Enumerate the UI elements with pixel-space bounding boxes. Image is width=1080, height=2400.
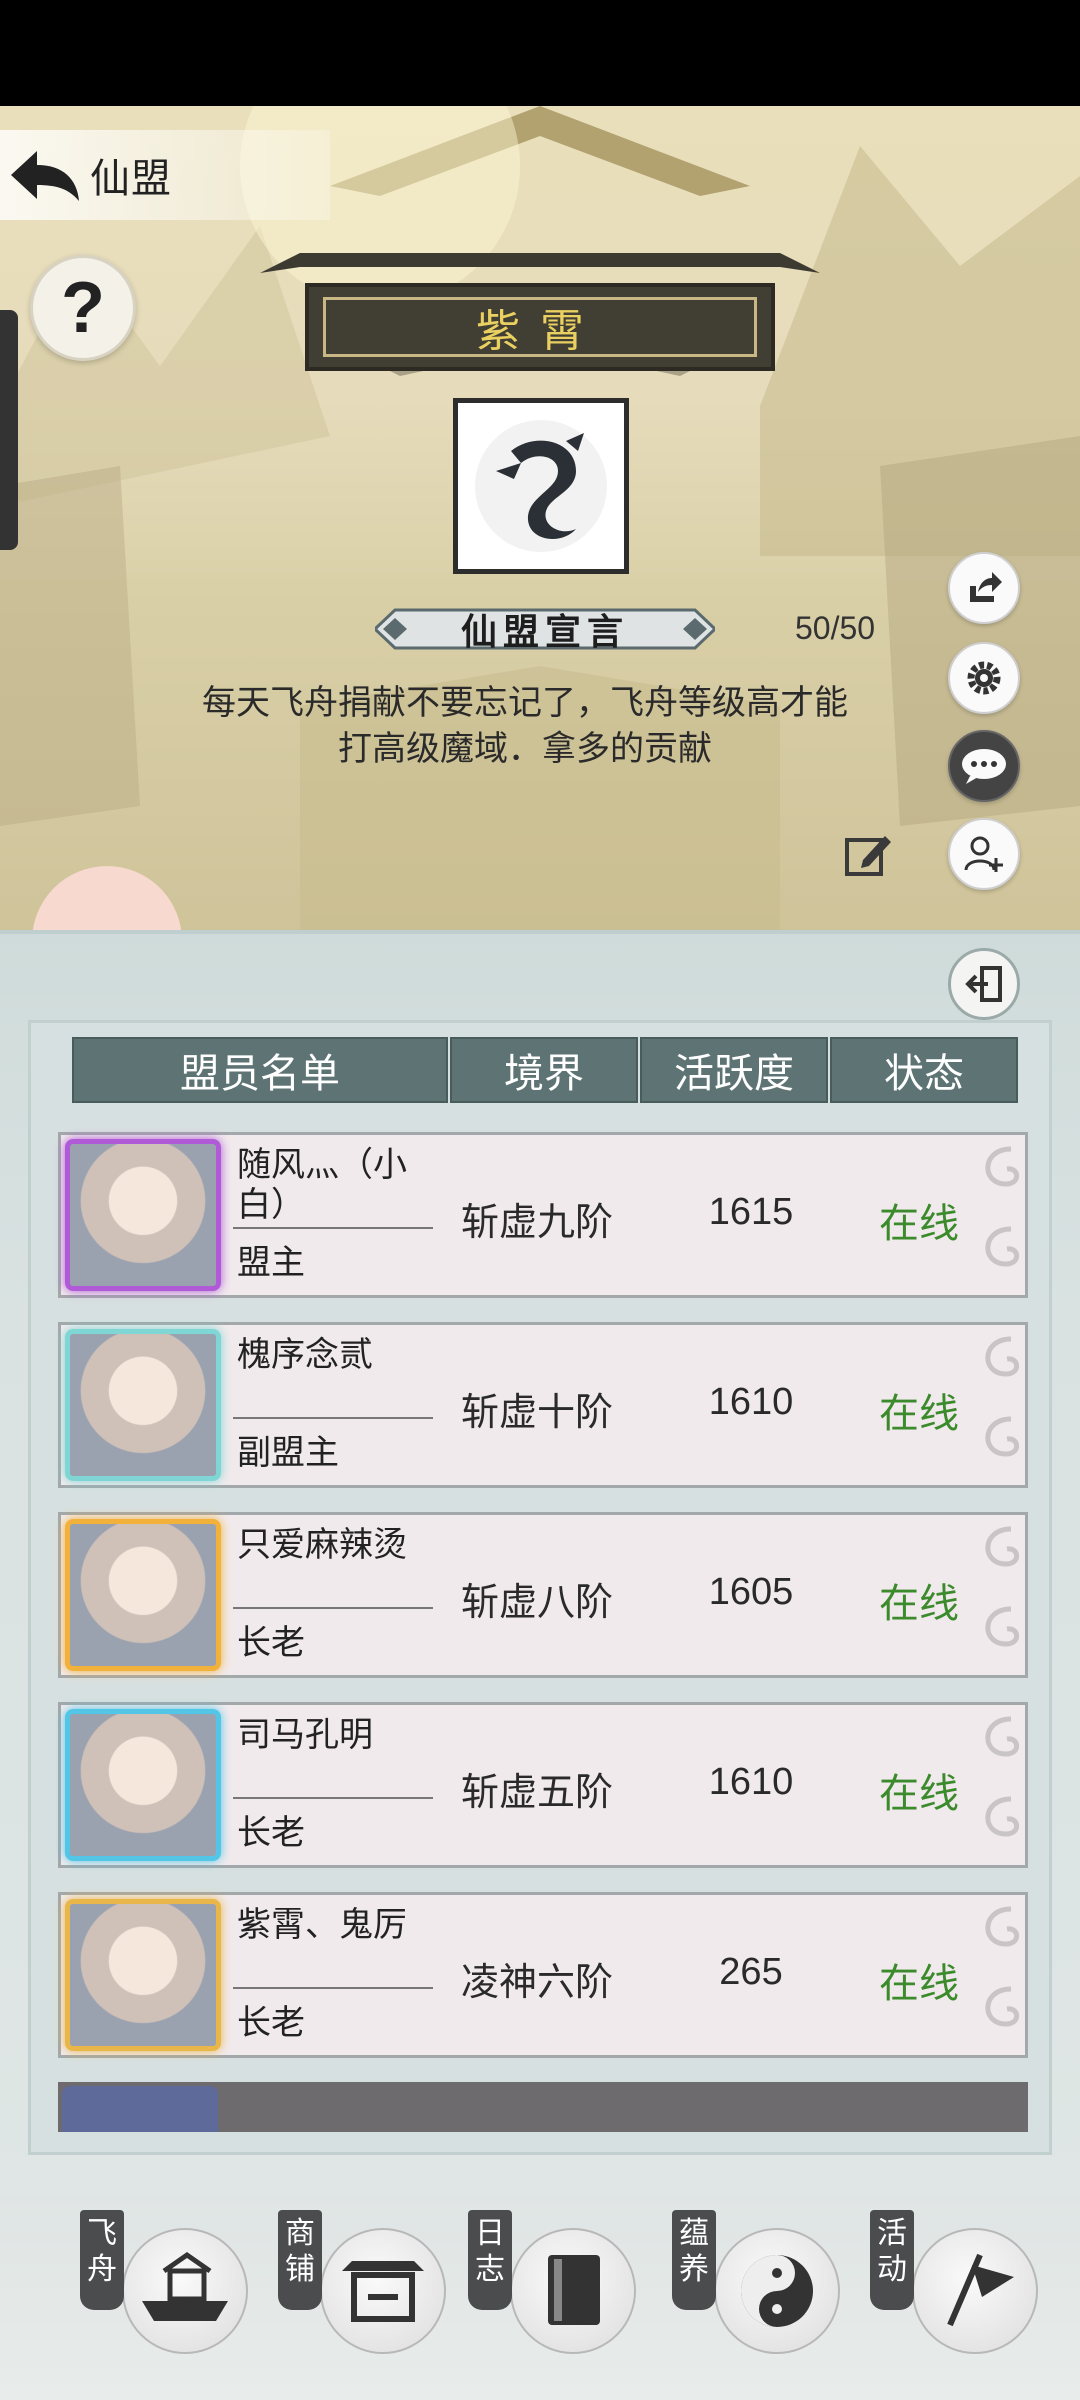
member-status: 在线: [879, 1582, 959, 1626]
exit-guild-button[interactable]: [948, 948, 1020, 1020]
member-activity: 265: [719, 1951, 783, 1993]
member-status: 在线: [879, 1202, 959, 1246]
member-realm: 斩虚八阶: [461, 1582, 614, 1624]
nav-button[interactable]: [320, 2228, 446, 2354]
cloud-swirl-ornament: [985, 1336, 1020, 1457]
member-avatar[interactable]: [65, 1139, 221, 1291]
member-name: 槐序念贰: [237, 1336, 373, 1374]
nav-shop[interactable]: 商铺: [278, 2200, 448, 2380]
side-drawer-handle[interactable]: [0, 310, 18, 550]
share-button[interactable]: [948, 552, 1020, 624]
nav-label: 活动: [870, 2210, 914, 2310]
guild-name-plaque: 紫霄: [305, 283, 775, 371]
gear-icon: [967, 661, 1001, 695]
member-name: 司马孔明: [237, 1716, 373, 1754]
cloud-swirl-ornament: [985, 1716, 1020, 1837]
yin-yang-icon: [741, 2255, 813, 2327]
question-icon: ?: [61, 268, 105, 348]
nav-button[interactable]: [122, 2228, 248, 2354]
table-row[interactable]: 司马孔明长老 斩虚五阶 1610 在线: [58, 1702, 1028, 1868]
nav-flag[interactable]: 活动: [870, 2200, 1040, 2380]
settings-button[interactable]: [948, 642, 1020, 714]
member-realm: 斩虚五阶: [461, 1772, 614, 1814]
name-divider: [233, 1227, 433, 1229]
member-realm: 凌神六阶: [461, 1962, 614, 2004]
guild-emblem[interactable]: [453, 398, 629, 574]
member-activity: 1605: [708, 1571, 794, 1613]
name-divider: [233, 1417, 433, 1419]
plaque-roof: [260, 253, 820, 273]
member-status: 在线: [879, 1772, 959, 1816]
edit-manifesto-button[interactable]: [843, 830, 893, 880]
member-status: 在线: [879, 1962, 959, 2006]
back-button[interactable]: [0, 135, 90, 215]
member-activity: 1610: [708, 1761, 794, 1803]
nav-label: 蕴养: [672, 2210, 716, 2310]
name-divider: [233, 1607, 433, 1609]
member-role: 盟主: [237, 1244, 305, 1282]
member-realm: 斩虚九阶: [461, 1202, 614, 1244]
guild-name: 紫霄: [476, 306, 604, 357]
member-name: 只爱麻辣烫: [237, 1526, 407, 1564]
nav-button[interactable]: [912, 2228, 1038, 2354]
book-icon: [548, 2255, 600, 2325]
col-header-realm[interactable]: 境界: [450, 1037, 638, 1103]
boat-icon: [142, 2251, 228, 2321]
name-divider: [233, 1987, 433, 1989]
member-name: 随风灬（小白）: [237, 1146, 407, 1224]
member-realm: 斩虚十阶: [461, 1392, 614, 1434]
nav-label: 日志: [468, 2210, 512, 2310]
name-divider: [233, 1797, 433, 1799]
table-row[interactable]: 只爱麻辣烫长老 斩虚八阶 1605 在线: [58, 1512, 1028, 1678]
member-avatar[interactable]: [65, 1709, 221, 1861]
share-icon: [970, 572, 1002, 602]
table-row-partial[interactable]: [58, 2082, 1028, 2132]
help-button[interactable]: ?: [30, 255, 136, 361]
nav-button[interactable]: [510, 2228, 636, 2354]
col-header-members[interactable]: 盟员名单: [72, 1037, 448, 1103]
exit-door-icon: [965, 966, 1002, 1002]
member-role: 长老: [237, 2004, 305, 2042]
member-avatar[interactable]: [65, 1519, 221, 1671]
member-avatar[interactable]: [65, 1329, 221, 1481]
page-title: 仙盟: [90, 157, 172, 201]
member-role: 长老: [237, 1814, 305, 1852]
member-activity: 1615: [708, 1191, 794, 1233]
table-row[interactable]: 槐序念贰副盟主 斩虚十阶 1610 在线: [58, 1322, 1028, 1488]
table-row[interactable]: 紫霄、鬼厉长老 凌神六阶 265 在线: [58, 1892, 1028, 2058]
member-role: 长老: [237, 1624, 305, 1662]
dragon-emblem-icon: [475, 420, 607, 552]
chat-bubble-icon: [962, 749, 1006, 784]
manifesto-title: 仙盟宣言: [460, 611, 629, 653]
member-avatar: [62, 2086, 218, 2132]
cloud-swirl-ornament: [985, 1146, 1020, 1267]
nav-boat[interactable]: 飞舟: [80, 2200, 250, 2380]
shop-icon: [342, 2261, 424, 2322]
table-row[interactable]: 随风灬（小白） 盟主 斩虚九阶 1615 在线: [58, 1132, 1028, 1298]
member-avatar[interactable]: [65, 1899, 221, 2051]
nav-label: 商铺: [278, 2210, 322, 2310]
add-user-icon: [964, 836, 1003, 872]
status-bar: [0, 0, 1080, 106]
col-header-activity[interactable]: 活跃度: [640, 1037, 828, 1103]
member-activity: 1610: [708, 1381, 794, 1423]
cloud-swirl-ornament: [985, 1906, 1020, 2027]
col-header-status[interactable]: 状态: [830, 1037, 1018, 1103]
member-role: 副盟主: [237, 1434, 339, 1472]
nav-yin-yang[interactable]: 蕴养: [672, 2200, 842, 2380]
nav-label: 飞舟: [80, 2210, 124, 2310]
cloud-swirl-ornament: [985, 1526, 1020, 1647]
member-count: 50/50: [795, 610, 876, 646]
top-header: 仙盟: [0, 130, 330, 220]
manifesto-text: 每天飞舟捐献不要忘记了，飞舟等级高才能打高级魔域．拿多的贡献: [202, 684, 848, 768]
back-arrow-icon: [11, 151, 79, 201]
nav-book[interactable]: 日志: [468, 2200, 638, 2380]
chat-button[interactable]: [948, 730, 1020, 802]
edit-icon: [845, 836, 891, 876]
member-status: 在线: [879, 1392, 959, 1436]
nav-button[interactable]: [714, 2228, 840, 2354]
invite-member-button[interactable]: [948, 818, 1020, 890]
member-name: 紫霄、鬼厉: [237, 1906, 407, 1944]
flag-icon: [947, 2253, 1014, 2327]
